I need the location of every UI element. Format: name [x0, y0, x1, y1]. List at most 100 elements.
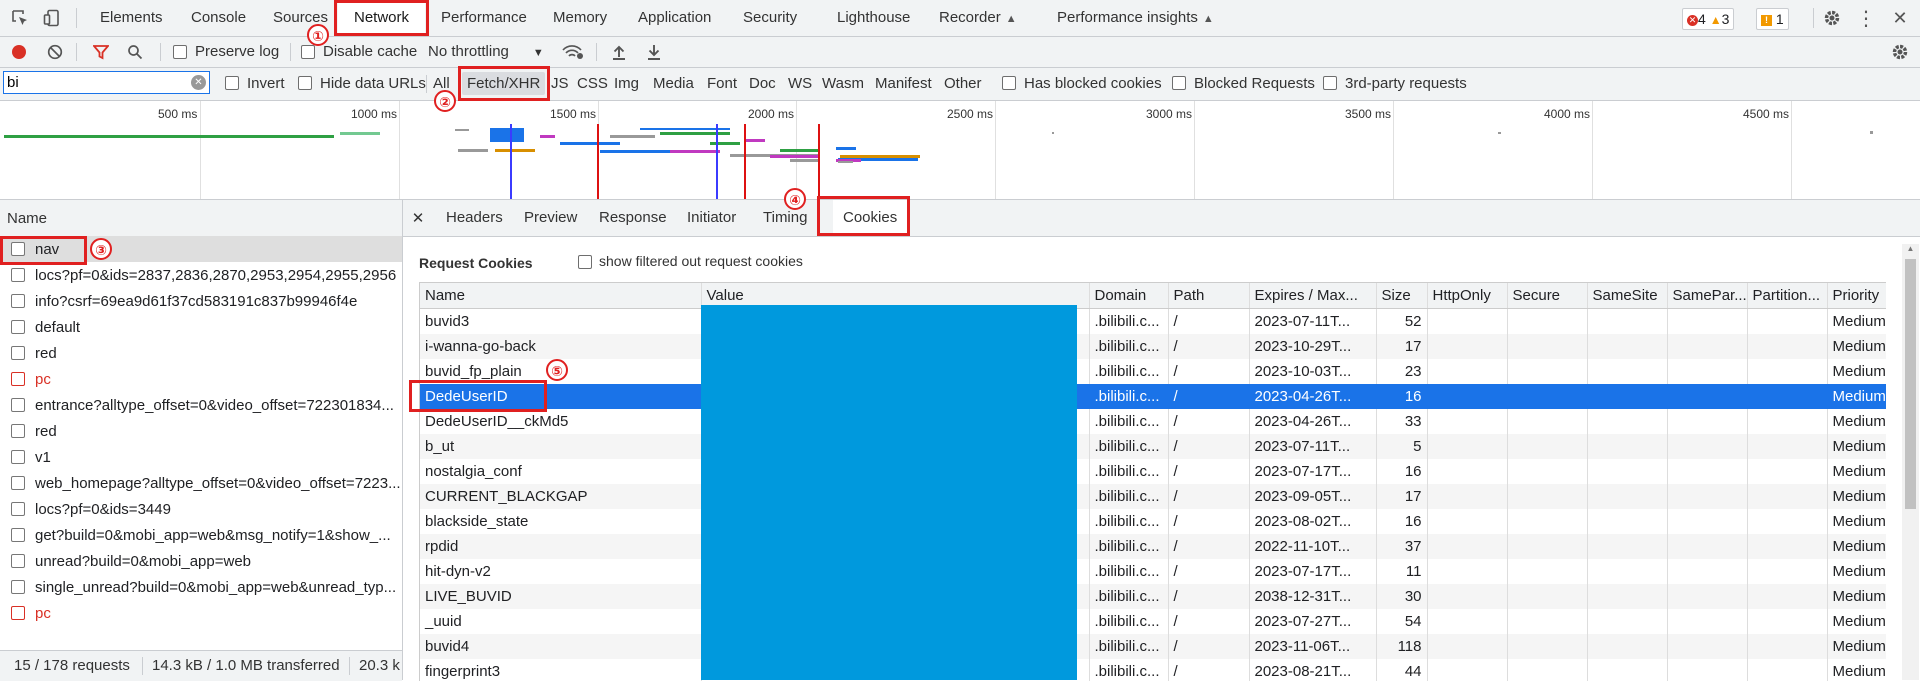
column-header[interactable]: Size — [1376, 283, 1428, 309]
column-header[interactable]: SameSite — [1587, 283, 1668, 309]
request-row[interactable]: locs?pf=0&ids=3449 — [0, 496, 402, 522]
column-header[interactable]: HttpOnly — [1427, 283, 1508, 309]
cookie-secure — [1507, 534, 1588, 559]
cookie-row[interactable]: DedeUserID .bilibili.c.../2023-04-26T... 1… — [420, 384, 1886, 409]
close-detail-icon[interactable]: ✕ — [408, 208, 428, 228]
column-header[interactable]: Expires / Max... — [1249, 283, 1377, 309]
column-header[interactable]: Priority — [1827, 283, 1886, 309]
filter-input[interactable] — [7, 73, 182, 92]
scrollbar-thumb[interactable] — [1905, 259, 1916, 509]
cookie-path: / — [1168, 509, 1250, 534]
request-row[interactable]: v1 — [0, 444, 402, 470]
request-row[interactable]: default — [0, 314, 402, 340]
type-filter-font[interactable]: Font — [707, 75, 737, 92]
cookie-secure — [1507, 308, 1588, 334]
tab-performance[interactable]: Performance — [441, 0, 527, 36]
type-filter-ws[interactable]: WS — [788, 75, 812, 92]
request-row[interactable]: web_homepage?alltype_offset=0&video_offs… — [0, 470, 402, 496]
record-icon[interactable] — [11, 44, 27, 60]
column-header[interactable]: Name — [420, 283, 702, 309]
column-header[interactable]: Domain — [1089, 283, 1169, 309]
device-toolbar-icon[interactable] — [42, 8, 62, 28]
cookie-row[interactable]: LIVE_BUVID .bilibili.c.../2038-12-31T... 3… — [420, 584, 1886, 609]
type-filter-media[interactable]: Media — [653, 75, 694, 92]
request-row[interactable]: single_unread?build=0&mobi_app=web&unrea… — [0, 574, 402, 600]
tab-headers[interactable]: Headers — [446, 200, 503, 236]
request-row[interactable]: red — [0, 340, 402, 366]
hide-data-urls-checkbox[interactable] — [298, 76, 312, 90]
inspect-element-icon[interactable] — [10, 8, 30, 28]
cookie-row[interactable]: buvid4 .bilibili.c.../2023-11-06T... 118 Me… — [420, 634, 1886, 659]
tab-lighthouse[interactable]: Lighthouse — [837, 0, 910, 36]
type-filter-other[interactable]: Other — [944, 75, 982, 92]
clear-filter-icon[interactable]: ✕ — [191, 75, 206, 90]
cookie-row[interactable]: b_ut .bilibili.c.../2023-07-11T... 5 Medium — [420, 434, 1886, 459]
clear-icon[interactable] — [47, 44, 63, 60]
tab-console[interactable]: Console — [191, 0, 246, 36]
cookie-row[interactable]: blackside_state .bilibili.c.../2023-08-02… — [420, 509, 1886, 534]
cookie-row[interactable]: CURRENT_BLACKGAP .bilibili.c.../2023-09-0… — [420, 484, 1886, 509]
cookie-row[interactable]: nostalgia_conf .bilibili.c.../2023-07-17T… — [420, 459, 1886, 484]
show-filtered-cookies-checkbox[interactable] — [578, 255, 592, 269]
type-filter-doc[interactable]: Doc — [749, 75, 776, 92]
cookie-row[interactable]: buvid_fp_plain .bilibili.c.../2023-10-03T… — [420, 359, 1886, 384]
import-har-icon[interactable] — [610, 42, 628, 62]
request-row[interactable]: get?build=0&mobi_app=web&msg_notify=1&sh… — [0, 522, 402, 548]
cookie-row[interactable]: fingerprint3 .bilibili.c.../2023-08-21T..… — [420, 659, 1886, 681]
request-row-failed[interactable]: pc — [0, 366, 402, 392]
tab-preview[interactable]: Preview — [524, 200, 577, 236]
settings-gear-icon[interactable] — [1820, 6, 1844, 30]
export-har-icon[interactable] — [645, 42, 663, 62]
vertical-scrollbar[interactable]: ▲ — [1902, 244, 1919, 680]
issues-badge[interactable]: ! 1 — [1756, 8, 1789, 30]
column-header[interactable]: SamePar... — [1667, 283, 1748, 309]
tab-response[interactable]: Response — [599, 200, 667, 236]
type-filter-manifest[interactable]: Manifest — [875, 75, 932, 92]
close-devtools-icon[interactable]: ✕ — [1888, 6, 1912, 30]
blocked-cookies-checkbox[interactable] — [1002, 76, 1016, 90]
request-row[interactable]: info?csrf=69ea9d61f37cd583191c837b99946f… — [0, 288, 402, 314]
type-filter-js[interactable]: JS — [551, 75, 569, 92]
throttling-select[interactable]: No throttling ▼ — [428, 43, 544, 60]
column-header[interactable]: Partition... — [1747, 283, 1828, 309]
network-conditions-icon[interactable] — [562, 42, 584, 62]
request-row[interactable]: unread?build=0&mobi_app=web — [0, 548, 402, 574]
cookie-row[interactable]: _uuid .bilibili.c.../2023-07-27T... 54 Medi… — [420, 609, 1886, 634]
network-settings-gear-icon[interactable] — [1888, 41, 1912, 63]
cookie-row[interactable]: i-wanna-go-back .bilibili.c.../2023-10-29… — [420, 334, 1886, 359]
disable-cache-checkbox[interactable] — [301, 45, 315, 59]
tab-performance-insights[interactable]: Performance insights ▲ — [1057, 0, 1214, 36]
cookie-row[interactable]: hit-dyn-v2 .bilibili.c.../2023-07-17T... 1… — [420, 559, 1886, 584]
type-filter-css[interactable]: CSS — [577, 75, 608, 92]
type-filter-img[interactable]: Img — [614, 75, 639, 92]
blocked-requests-checkbox[interactable] — [1172, 76, 1186, 90]
column-header[interactable]: Secure — [1507, 283, 1588, 309]
search-icon[interactable] — [126, 43, 144, 61]
cookie-row[interactable]: DedeUserID__ckMd5 .bilibili.c.../2023-04-… — [420, 409, 1886, 434]
preserve-log-checkbox[interactable] — [173, 45, 187, 59]
console-counts-badge[interactable]: ✕ 4 ▲3 — [1682, 8, 1735, 30]
tab-memory[interactable]: Memory — [553, 0, 607, 36]
more-options-icon[interactable]: ⋮ — [1854, 6, 1878, 30]
tab-elements[interactable]: Elements — [100, 0, 163, 36]
network-overview-timeline[interactable]: 500 ms 1000 ms 1500 ms 2000 ms 2500 ms 3… — [0, 101, 1920, 200]
scroll-up-arrow-icon[interactable]: ▲ — [1905, 244, 1916, 253]
tab-initiator[interactable]: Initiator — [687, 200, 736, 236]
type-filter-wasm[interactable]: Wasm — [822, 75, 864, 92]
request-row[interactable]: red — [0, 418, 402, 444]
tab-security[interactable]: Security — [743, 0, 797, 36]
request-row-failed[interactable]: pc — [0, 600, 402, 626]
tab-recorder[interactable]: Recorder ▲ — [939, 0, 1017, 36]
request-row[interactable]: locs?pf=0&ids=2837,2836,2870,2953,2954,2… — [0, 262, 402, 288]
column-header[interactable]: Path — [1168, 283, 1250, 309]
third-party-checkbox[interactable] — [1323, 76, 1337, 90]
cookie-row[interactable]: rpdid .bilibili.c.../2022-11-10T... 37 Medi… — [420, 534, 1886, 559]
request-row[interactable]: entrance?alltype_offset=0&video_offset=7… — [0, 392, 402, 418]
tab-application[interactable]: Application — [638, 0, 711, 36]
cookie-domain: .bilibili.c... — [1089, 659, 1169, 681]
issue-icon: ! — [1761, 15, 1772, 26]
request-list-header[interactable]: Name — [0, 200, 402, 237]
filter-icon[interactable] — [92, 43, 110, 61]
cookie-row[interactable]: buvid3 .bilibili.c.../2023-07-11T... 52 Med… — [420, 308, 1886, 334]
invert-checkbox[interactable] — [225, 76, 239, 90]
